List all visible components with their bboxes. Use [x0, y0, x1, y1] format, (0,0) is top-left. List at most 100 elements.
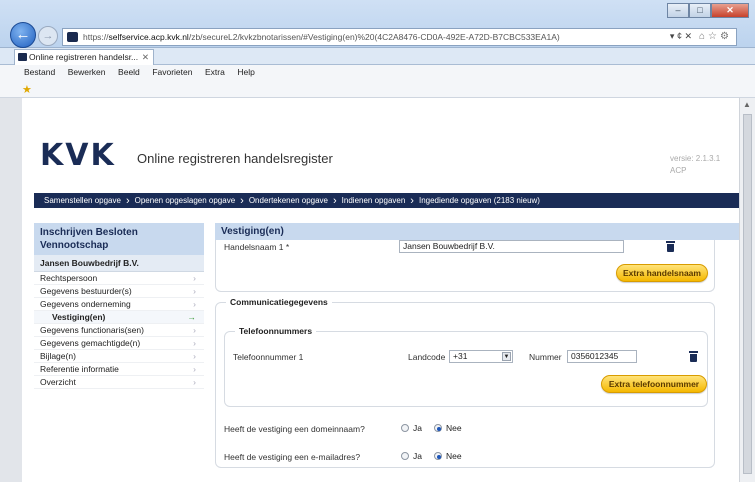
browser-tab[interactable]: Online registreren handelsr... ✕ — [14, 49, 154, 65]
vertical-scrollbar[interactable]: ▲ — [739, 98, 755, 482]
sidebar-item-bestuurders[interactable]: Gegevens bestuurder(s) › — [34, 285, 204, 298]
sidebar-item-label: Gegevens gemachtigde(n) — [40, 338, 141, 348]
menu-extra[interactable]: Extra — [205, 65, 225, 80]
chevron-right-icon: › — [193, 273, 196, 283]
radio-label: Ja — [413, 423, 422, 433]
tab-close-icon[interactable]: ✕ — [142, 50, 149, 64]
maximize-icon[interactable]: □ — [689, 3, 711, 18]
step-label: Indienen opgaven — [341, 196, 406, 205]
page-margin — [0, 98, 22, 482]
email-ja-radio[interactable]: Ja — [401, 451, 422, 461]
version-env: ACP — [670, 166, 687, 175]
tab-title: Online registreren handelsr... — [29, 52, 139, 62]
step-ondertekenen[interactable]: Ondertekenen opgave › — [248, 194, 342, 207]
menu-help[interactable]: Help — [237, 65, 254, 80]
chevron-right-icon: › — [240, 194, 244, 207]
chevron-right-icon: › — [193, 377, 196, 387]
sidebar-item-label: Gegevens onderneming — [40, 299, 131, 309]
step-openen[interactable]: Openen opgeslagen opgave › — [134, 194, 249, 207]
menu-bestand[interactable]: Bestand — [24, 65, 55, 80]
step-label: Samenstellen opgave — [44, 196, 121, 205]
menu-favorieten[interactable]: Favorieten — [152, 65, 192, 80]
sidebar: Inschrijven Besloten Vennootschap Jansen… — [34, 223, 204, 389]
chevron-right-icon: › — [193, 364, 196, 374]
menu-beeld[interactable]: Beeld — [118, 65, 140, 80]
sidebar-heading: Inschrijven Besloten Vennootschap — [34, 223, 204, 255]
sidebar-item-onderneming[interactable]: Gegevens onderneming › — [34, 298, 204, 311]
browser-toolbar-icons[interactable]: ⌂☆⚙ — [699, 31, 732, 42]
sidebar-item-label: Referentie informatie — [40, 364, 119, 374]
step-indienen[interactable]: Indienen opgaven › — [341, 194, 419, 207]
email-question: Heeft de vestiging een e-mailadres? — [224, 452, 361, 462]
sidebar-item-functionarissen[interactable]: Gegevens functionaris(sen) › — [34, 324, 204, 337]
favorites-bar: ★ — [0, 80, 755, 98]
sidebar-item-bijlagen[interactable]: Bijlage(n) › — [34, 350, 204, 363]
favorites-star-icon[interactable]: ★ — [22, 83, 32, 96]
sidebar-item-rechtspersoon[interactable]: Rechtspersoon › — [34, 272, 204, 285]
step-ingediend[interactable]: Ingediende opgaven (2183 nieuw) — [419, 196, 540, 205]
tab-favicon-icon — [18, 53, 27, 61]
app-title: Online registreren handelsregister — [137, 151, 333, 166]
radio-icon — [401, 424, 409, 432]
scrollbar-thumb[interactable] — [743, 114, 752, 474]
sidebar-item-label: Overzicht — [40, 377, 76, 387]
section-heading: Vestiging(en) — [215, 223, 739, 240]
landcode-value: +31 — [453, 351, 468, 361]
step-label: Ingediende opgaven (2183 nieuw) — [418, 196, 540, 205]
handelsnaam-input[interactable]: Jansen Bouwbedrijf B.V. — [399, 240, 624, 253]
version-info: versie: 2.1.3.1 ACP — [670, 153, 730, 177]
extra-telefoon-button[interactable]: Extra telefoonnummer — [601, 375, 707, 393]
radio-label: Nee — [446, 451, 462, 461]
telefoon-label: Telefoonnummer 1 — [233, 352, 304, 362]
sidebar-item-gemachtigden[interactable]: Gegevens gemachtigde(n) › — [34, 337, 204, 350]
trash-icon[interactable] — [689, 351, 698, 362]
chevron-right-icon: › — [193, 351, 196, 361]
communicatie-panel: Communicatiegegevens Telefoonnummers Tel… — [215, 297, 715, 468]
sidebar-company: Jansen Bouwbedrijf B.V. — [34, 255, 204, 272]
chevron-down-icon: ▼ — [502, 352, 511, 361]
menu-bar: Bestand Bewerken Beeld Favorieten Extra … — [0, 65, 755, 80]
radio-selected-icon — [434, 424, 442, 432]
sidebar-item-label: Bijlage(n) — [40, 351, 76, 361]
chevron-right-icon: › — [410, 194, 414, 207]
sidebar-item-overzicht[interactable]: Overzicht › — [34, 376, 204, 389]
tab-strip: Online registreren handelsr... ✕ — [0, 48, 755, 65]
handelsnaam-label: Handelsnaam 1 * — [224, 242, 290, 252]
chevron-right-icon: › — [333, 194, 337, 207]
nummer-input[interactable]: 0356012345 — [567, 350, 637, 363]
step-samenstellen[interactable]: Samenstellen opgave › — [44, 194, 135, 207]
back-button[interactable]: ← — [10, 22, 36, 48]
domeinnaam-nee-radio[interactable]: Nee — [434, 423, 462, 433]
chevron-right-icon: › — [193, 286, 196, 296]
sidebar-item-label: Rechtspersoon — [40, 273, 98, 283]
address-bar[interactable]: https://selfservice.acp.kvk.nl/zb/secure… — [62, 28, 737, 46]
wizard-steps: Samenstellen opgave › Openen opgeslagen o… — [34, 193, 739, 208]
close-icon[interactable]: ✕ — [711, 3, 749, 18]
sidebar-item-label: Gegevens functionaris(sen) — [40, 325, 144, 335]
domeinnaam-ja-radio[interactable]: Ja — [401, 423, 422, 433]
forward-button[interactable]: → — [38, 26, 58, 46]
minimize-icon[interactable]: – — [667, 3, 689, 18]
browser-titlebar: ← → https://selfservice.acp.kvk.nl/zb/se… — [0, 0, 755, 48]
email-nee-radio[interactable]: Nee — [434, 451, 462, 461]
sidebar-item-label: Vestiging(en) — [52, 312, 106, 322]
chevron-right-icon: › — [193, 299, 196, 309]
extra-handelsnaam-button[interactable]: Extra handelsnaam — [616, 264, 708, 282]
menu-bewerken[interactable]: Bewerken — [68, 65, 106, 80]
communicatie-legend: Communicatiegegevens — [226, 297, 332, 307]
sidebar-item-referentie[interactable]: Referentie informatie › — [34, 363, 204, 376]
telefoon-fieldset: Telefoonnummers Telefoonnummer 1 Landcod… — [224, 326, 708, 407]
landcode-select[interactable]: +31 ▼ — [449, 350, 513, 363]
version-number: versie: 2.1.3.1 — [670, 154, 721, 163]
trash-icon[interactable] — [666, 241, 675, 252]
chevron-right-icon: › — [193, 325, 196, 335]
chevron-right-icon: › — [125, 194, 130, 207]
sidebar-item-vestigingen[interactable]: Vestiging(en) → — [34, 311, 204, 324]
sidebar-item-label: Gegevens bestuurder(s) — [40, 286, 132, 296]
step-label: Ondertekenen opgave — [248, 196, 328, 205]
kvk-logo: KVK — [40, 138, 116, 173]
step-label: Openen opgeslagen opgave — [134, 196, 236, 205]
url-text: https://selfservice.acp.kvk.nl/zb/secure… — [83, 32, 560, 42]
scroll-up-icon[interactable]: ▲ — [743, 100, 751, 109]
address-controls[interactable]: ▾ ¢ ✕ — [670, 31, 692, 42]
